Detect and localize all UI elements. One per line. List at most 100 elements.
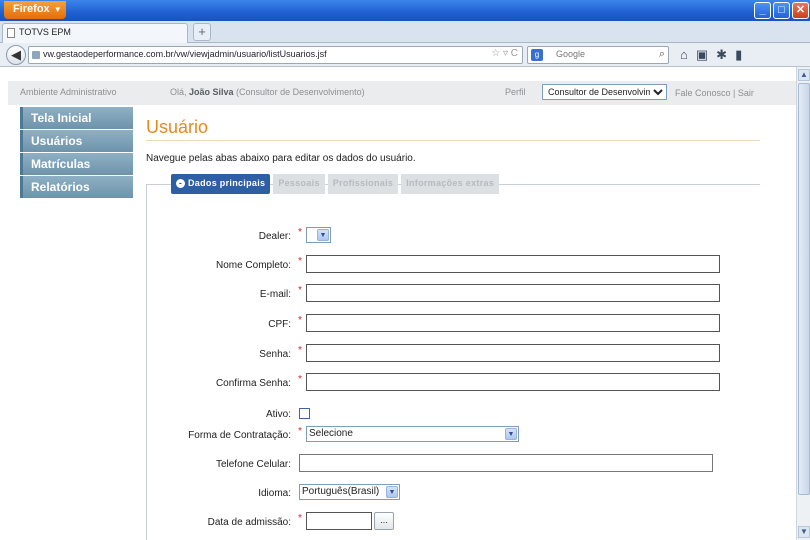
- greeting: Olá, João Silva (Consultor de Desenvolvi…: [170, 87, 365, 97]
- data-admissao-input[interactable]: [306, 512, 372, 530]
- required-mark: *: [298, 426, 302, 437]
- contratacao-select[interactable]: Selecione ▼: [306, 426, 519, 442]
- chevron-down-icon: ▼: [317, 229, 329, 241]
- senha-label: Senha:: [259, 349, 291, 360]
- confirma-senha-row: Confirma Senha: *: [8, 372, 796, 394]
- vertical-scrollbar[interactable]: ▲ ▼: [796, 67, 810, 540]
- bookmarks-icon[interactable]: ▣: [696, 47, 716, 62]
- tab-label: Dados principais: [188, 178, 266, 188]
- search-box[interactable]: g Google ⌕: [527, 46, 669, 64]
- navigation-bar: ◀ vw.gestaodeperformance.com.br/vw/viewj…: [0, 43, 810, 67]
- confirma-senha-input[interactable]: [306, 373, 720, 391]
- addons-icon[interactable]: ✱: [716, 47, 735, 62]
- header-links[interactable]: Fale Conosco | Sair: [675, 88, 754, 98]
- header-strip: Ambiente Administrativo Olá, João Silva …: [8, 81, 796, 105]
- dealer-label: Dealer:: [258, 231, 291, 242]
- maximize-window-button[interactable]: □: [773, 2, 790, 19]
- dealer-select[interactable]: ▼: [306, 227, 331, 243]
- ativo-checkbox[interactable]: [299, 408, 310, 419]
- required-mark: *: [298, 513, 302, 524]
- dealer-row: Dealer: * ▼: [8, 225, 796, 247]
- search-icon[interactable]: ⌕: [659, 48, 665, 61]
- admissao-row: Data de admissão: * ...: [8, 511, 796, 533]
- page-content: Ambiente Administrativo Olá, João Silva …: [8, 67, 796, 540]
- nome-completo-input[interactable]: [306, 255, 720, 273]
- perfil-label: Perfil: [505, 87, 526, 97]
- tab-title: TOTVS EPM: [19, 27, 71, 37]
- senha-input[interactable]: [306, 344, 720, 362]
- sidebar-item-usuarios[interactable]: Usuários: [20, 130, 133, 152]
- confirma-senha-label: Confirma Senha:: [215, 378, 291, 389]
- url-bar[interactable]: vw.gestaodeperformance.com.br/vw/viewjad…: [28, 46, 523, 64]
- user-role: (Consultor de Desenvolvimento): [233, 87, 365, 97]
- page-title: Usuário: [146, 117, 209, 137]
- required-mark: *: [298, 315, 302, 326]
- idioma-row: Idioma: Português(Brasil) ▼: [8, 482, 796, 504]
- google-icon: g: [531, 49, 543, 61]
- site-icon: [32, 51, 40, 59]
- intro-text: Navegue pelas abas abaixo para editar os…: [146, 153, 416, 164]
- scroll-up-icon[interactable]: ▲: [798, 69, 810, 81]
- scrollbar-thumb[interactable]: [798, 83, 810, 495]
- back-button[interactable]: ◀: [6, 45, 26, 65]
- form-tabs: - Dados principais Pessoais Profissionais…: [171, 174, 502, 194]
- sidebar-item-relatorios[interactable]: Relatórios: [20, 176, 133, 198]
- firefox-menu-button[interactable]: Firefox ▼: [4, 1, 66, 19]
- arrow-left-icon: ◀: [11, 47, 21, 62]
- tab-pessoais[interactable]: Pessoais: [273, 174, 325, 194]
- idioma-label: Idioma:: [258, 488, 291, 499]
- telefone-row: Telefone Celular:: [8, 453, 796, 475]
- browser-tab[interactable]: TOTVS EPM: [2, 23, 188, 43]
- sidebar-item-tela-inicial[interactable]: Tela Inicial: [20, 107, 133, 129]
- contratacao-row: Forma de Contratação: * Selecione ▼: [8, 424, 796, 446]
- tab-profissionais[interactable]: Profissionais: [327, 174, 399, 194]
- nome-label: Nome Completo:: [215, 260, 291, 271]
- cpf-input[interactable]: [306, 314, 720, 332]
- cpf-label: CPF:: [268, 319, 291, 330]
- extension-icon[interactable]: ▮: [735, 47, 750, 62]
- toolbar-icons: ⌂▣✱▮: [680, 47, 750, 63]
- telefone-celular-input[interactable]: [299, 454, 713, 472]
- browser-tab-bar: TOTVS EPM +: [0, 21, 810, 43]
- tab-dados-principais[interactable]: - Dados principais: [171, 174, 271, 194]
- required-mark: *: [298, 285, 302, 296]
- sidebar-item-matriculas[interactable]: Matrículas: [20, 153, 133, 175]
- chevron-down-icon: ▼: [53, 5, 62, 14]
- bookmark-star-icon[interactable]: ☆ ▿ C: [491, 48, 518, 59]
- window-titlebar: Firefox ▼ _ □ ✕: [0, 0, 810, 21]
- idioma-select[interactable]: Português(Brasil) ▼: [299, 484, 400, 500]
- email-row: E-mail: *: [8, 283, 796, 305]
- perfil-select[interactable]: Consultor de Desenvolvimento: [542, 84, 667, 100]
- url-text: vw.gestaodeperformance.com.br/vw/viewjad…: [43, 49, 327, 59]
- minus-circle-icon: -: [176, 179, 185, 188]
- required-mark: *: [298, 256, 302, 267]
- required-mark: *: [298, 345, 302, 356]
- title-divider: [146, 140, 760, 141]
- required-mark: *: [298, 227, 302, 238]
- user-name: João Silva: [189, 87, 234, 97]
- contratacao-label: Forma de Contratação:: [188, 430, 291, 441]
- firefox-button-label: Firefox: [13, 3, 50, 15]
- cpf-row: CPF: *: [8, 313, 796, 335]
- calendar-picker-button[interactable]: ...: [374, 512, 394, 530]
- tab-informacoes-extras[interactable]: Informações extras: [401, 174, 500, 194]
- senha-row: Senha: *: [8, 343, 796, 365]
- close-window-button[interactable]: ✕: [792, 2, 809, 19]
- chevron-down-icon: ▼: [505, 428, 517, 440]
- minimize-window-button[interactable]: _: [754, 2, 771, 19]
- ativo-row: Ativo:: [8, 402, 796, 424]
- admissao-label: Data de admissão:: [207, 517, 291, 528]
- sidebar: Tela Inicial Usuários Matrículas Relatór…: [20, 107, 133, 199]
- greeting-prefix: Olá,: [170, 87, 190, 97]
- search-placeholder: Google: [556, 49, 586, 59]
- telefone-label: Telefone Celular:: [215, 459, 291, 470]
- chevron-down-icon: ▼: [386, 486, 398, 498]
- required-mark: *: [298, 374, 302, 385]
- nome-row: Nome Completo: *: [8, 254, 796, 276]
- page-icon: [7, 28, 15, 38]
- scroll-down-icon[interactable]: ▼: [798, 526, 810, 538]
- email-input[interactable]: [306, 284, 720, 302]
- new-tab-button[interactable]: +: [193, 23, 211, 41]
- contratacao-value: Selecione: [309, 428, 353, 439]
- home-icon[interactable]: ⌂: [680, 47, 696, 62]
